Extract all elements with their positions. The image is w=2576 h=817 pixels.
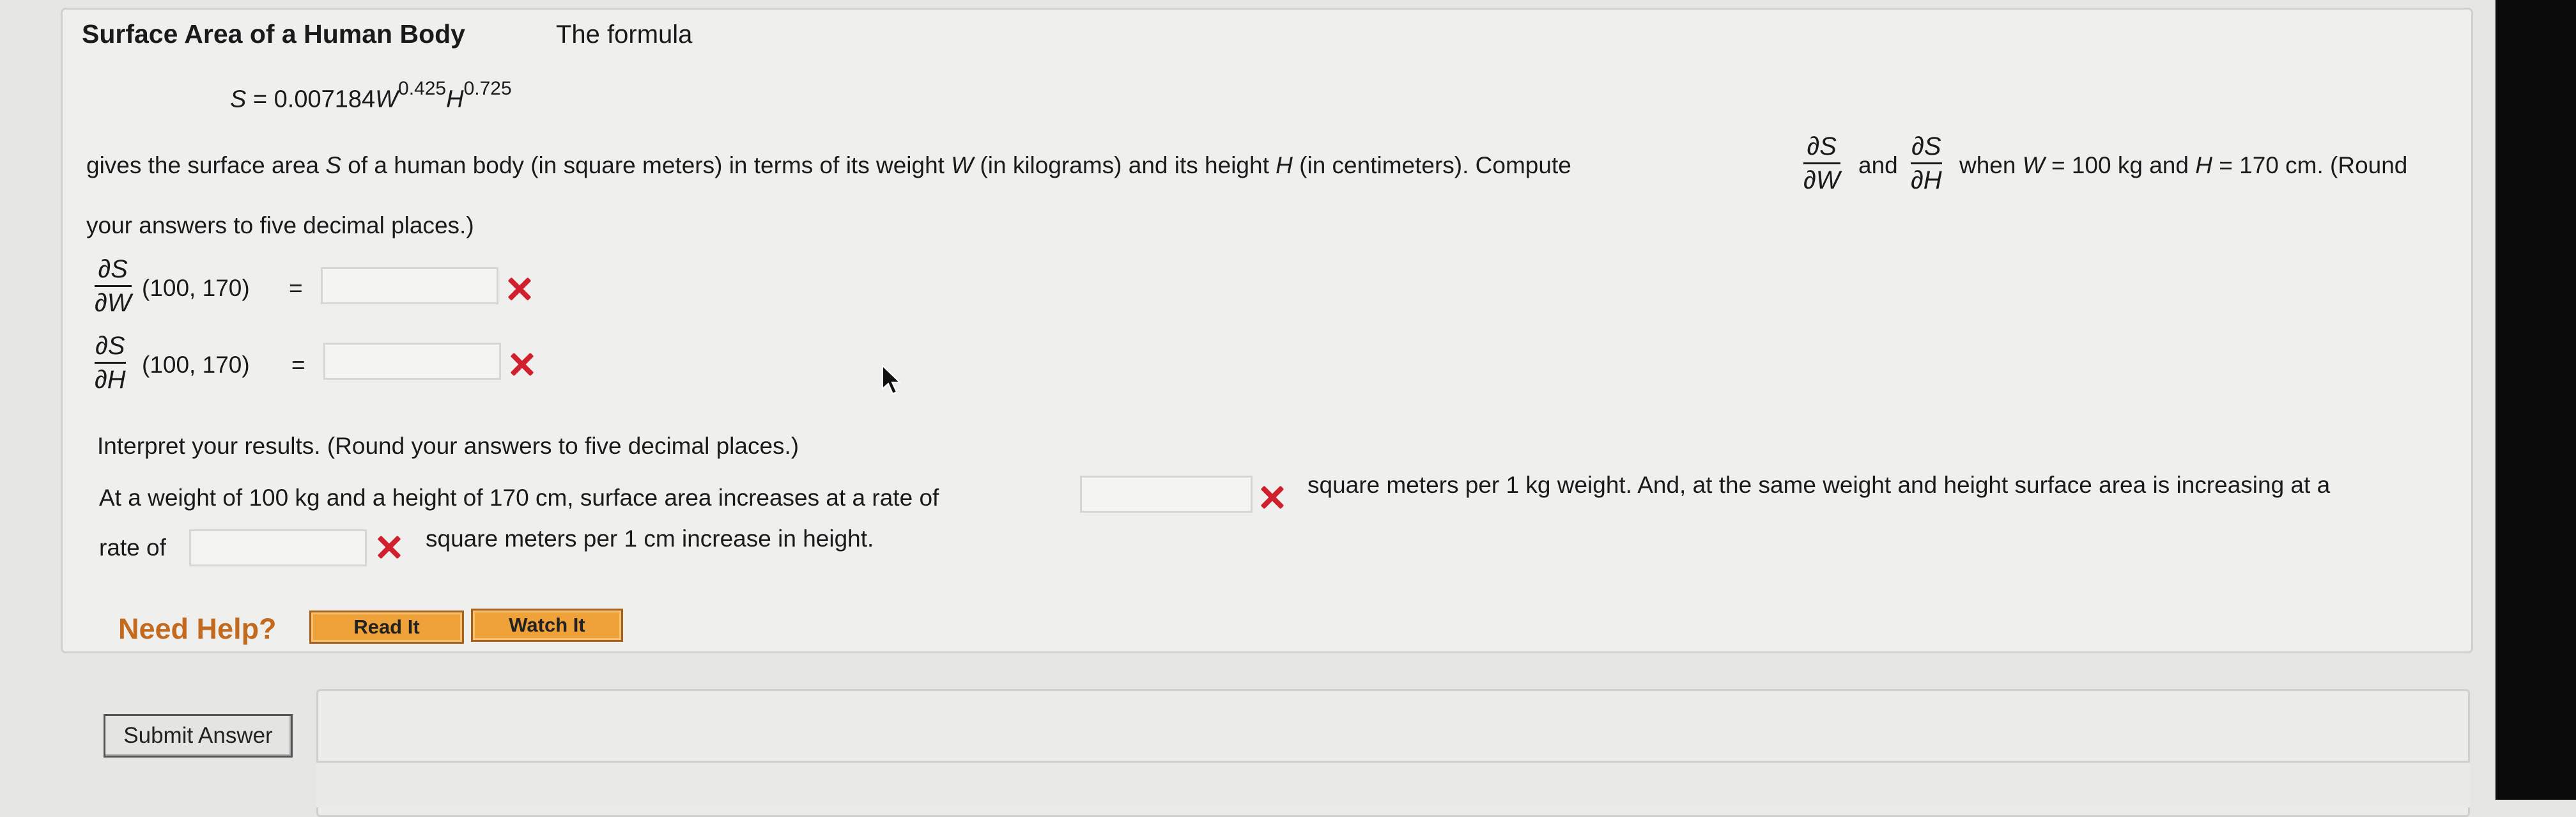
incorrect-x-icon — [374, 533, 403, 561]
question-intro: The formula — [556, 20, 693, 49]
formula: S = 0.007184W0.425H0.725 — [230, 78, 512, 114]
dsdw-answer-input[interactable] — [321, 267, 498, 304]
fraction-ds-dh: ∂S ∂H — [1911, 132, 1942, 195]
fraction-denominator: ∂H — [95, 366, 126, 394]
interpret-line1-post: square meters per 1 kg weight. And, at t… — [1307, 472, 2331, 498]
point-label: (100, 170) — [142, 352, 250, 378]
row-fraction-ds-dh: ∂S ∂H — [95, 331, 126, 394]
formula-h: H — [446, 86, 464, 113]
next-question-panel — [316, 761, 2470, 807]
para-text: gives the surface area — [86, 152, 326, 178]
watch-it-button[interactable]: Watch It — [471, 609, 623, 642]
rate-height-input[interactable] — [189, 529, 367, 566]
incorrect-x-icon — [1258, 483, 1286, 511]
para-var-s: S — [325, 152, 342, 178]
formula-s: S — [230, 86, 247, 113]
question-title: Surface Area of a Human Body — [82, 19, 465, 49]
fraction-numerator: ∂S — [98, 255, 128, 283]
fraction-denominator: ∂W — [95, 289, 132, 317]
interpret-heading: Interpret your results. (Round your answ… — [97, 433, 799, 459]
incorrect-x-icon — [507, 350, 536, 378]
para-var-w: W — [2022, 152, 2045, 178]
para-text: of a human body (in square meters) in te… — [341, 152, 952, 178]
formula-h-exponent: 0.725 — [463, 78, 512, 99]
fraction-numerator: ∂S — [1911, 132, 1941, 160]
submit-answer-label: Submit Answer — [123, 723, 273, 748]
fraction-denominator: ∂H — [1911, 166, 1942, 194]
fraction-numerator: ∂S — [95, 332, 125, 360]
point-label: (100, 170) — [142, 275, 250, 301]
para-var-w: W — [951, 152, 974, 178]
para-text: = 170 cm. (Round — [2212, 152, 2408, 178]
fraction-denominator: ∂W — [1803, 166, 1840, 194]
rate-weight-input[interactable] — [1080, 476, 1253, 513]
para-var-h: H — [2195, 152, 2212, 178]
formula-w: W — [375, 86, 399, 113]
fraction-ds-dw: ∂S ∂W — [1803, 132, 1840, 195]
equals-sign: = — [289, 275, 303, 301]
interpret-line2-post: square meters per 1 cm increase in heigh… — [426, 525, 874, 552]
interpret-line2-pre: rate of — [99, 534, 166, 561]
para-var-h: H — [1276, 152, 1293, 178]
formula-coeff: = 0.007184 — [246, 86, 376, 113]
row-fraction-ds-dw: ∂S ∂W — [95, 254, 132, 318]
question-paragraph-line1: gives the surface area S of a human body… — [86, 152, 1571, 179]
read-it-label: Read It — [353, 616, 420, 638]
para-text: = 100 kg and — [2044, 152, 2196, 178]
interpret-line1-pre: At a weight of 100 kg and a height of 17… — [99, 485, 939, 511]
para-text: (in centimeters). Compute — [1292, 152, 1571, 178]
para-text: when — [1959, 152, 2023, 178]
incorrect-x-icon — [505, 275, 533, 303]
question-paragraph-line1-end: when W = 100 kg and H = 170 cm. (Round — [1959, 152, 2407, 179]
and-text: and — [1858, 152, 1898, 178]
dsdh-answer-input[interactable] — [323, 343, 501, 380]
need-help-label: Need Help? — [118, 612, 277, 645]
mouse-cursor-icon — [882, 364, 902, 395]
equals-sign: = — [291, 352, 305, 378]
screen-bezel — [2495, 0, 2576, 800]
fraction-numerator: ∂S — [1807, 132, 1837, 160]
watch-it-label: Watch It — [509, 614, 585, 636]
read-it-button[interactable]: Read It — [309, 611, 464, 644]
para-text: (in kilograms) and its height — [973, 152, 1276, 178]
question-paragraph-line2: your answers to five decimal places.) — [86, 212, 474, 238]
formula-w-exponent: 0.425 — [398, 78, 447, 99]
submit-answer-button[interactable]: Submit Answer — [104, 714, 293, 758]
